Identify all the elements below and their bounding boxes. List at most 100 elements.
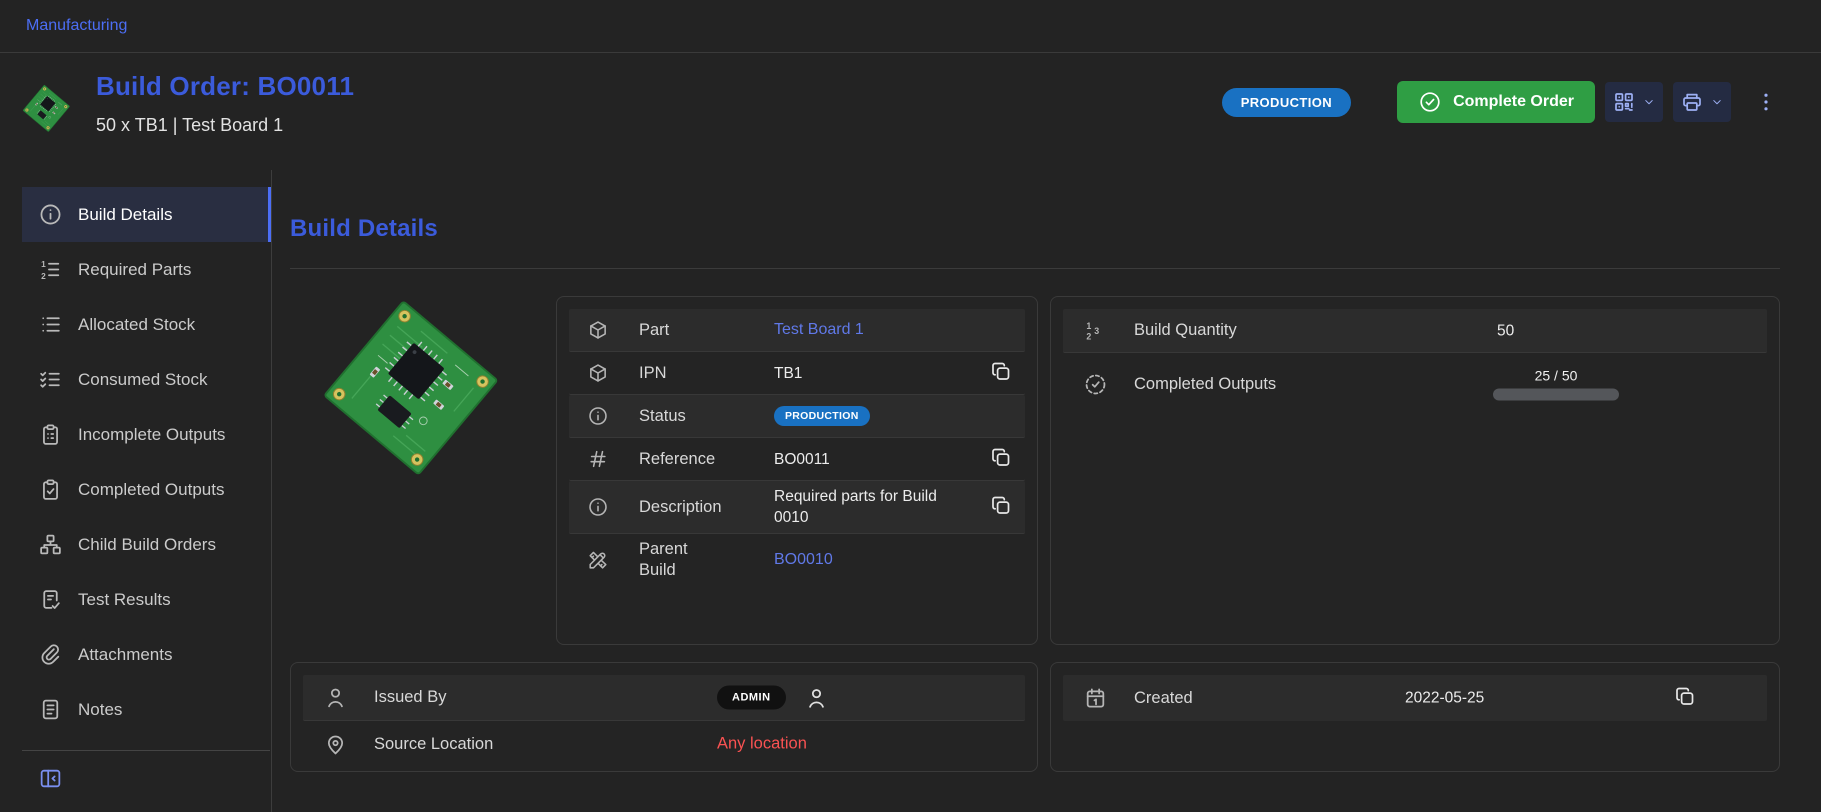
- sidebar-item-test-results[interactable]: Test Results: [22, 572, 271, 627]
- build-quantity-label: Build Quantity: [1134, 321, 1237, 340]
- detail-label: Reference: [639, 449, 774, 470]
- issued-by-badge: ADMIN: [717, 686, 786, 710]
- breadcrumb: Manufacturing: [0, 0, 1821, 53]
- quantity-panel: 123 Build Quantity 50 Completed Outputs …: [1050, 296, 1780, 645]
- issued-by-row: Issued By ADMIN: [303, 675, 1025, 721]
- user-icon: [323, 685, 348, 710]
- detail-value: BO0011: [774, 449, 830, 470]
- sidebar-item-label: Test Results: [78, 590, 171, 610]
- created-panel: Created 2022-05-25: [1050, 662, 1780, 772]
- source-location-label: Source Location: [374, 735, 493, 754]
- list-icon: [38, 312, 63, 337]
- overflow-menu-button[interactable]: [1753, 87, 1779, 117]
- detail-label: Part: [639, 320, 774, 341]
- detail-label: Description: [639, 497, 774, 518]
- build-quantity-value: 50: [1497, 320, 1514, 341]
- map-pin-icon: [323, 732, 348, 757]
- source-location-row: Source Location Any location: [303, 721, 1025, 767]
- copy-button[interactable]: [989, 360, 1013, 387]
- sidebar-item-required-parts[interactable]: 12Required Parts: [22, 242, 271, 297]
- calendar-icon: [1083, 686, 1108, 711]
- detail-row-parent-build: Parent BuildBO0010: [569, 534, 1025, 586]
- sidebar-item-build-details[interactable]: Build Details: [22, 187, 271, 242]
- info-circle-icon: [587, 405, 609, 427]
- sidebar-item-allocated-stock[interactable]: Allocated Stock: [22, 297, 271, 352]
- sidebar-item-incomplete-outputs[interactable]: Incomplete Outputs: [22, 407, 271, 462]
- page-header: Build Order: BO0011 50 x TB1 | Test Boar…: [0, 53, 1821, 170]
- copy-button[interactable]: [989, 446, 1013, 473]
- completed-outputs-label: Completed Outputs: [1134, 375, 1276, 394]
- clipboard-icon: [38, 422, 63, 447]
- chevron-down-icon: [1642, 95, 1656, 109]
- hash-icon: [587, 448, 609, 470]
- content-grid: PartTest Board 1IPNTB1StatusPRODUCTIONRe…: [290, 296, 1780, 772]
- copy-button[interactable]: [989, 494, 1013, 521]
- copy-icon: [989, 446, 1013, 470]
- svg-text:1: 1: [41, 259, 46, 269]
- user-icon: [804, 685, 829, 710]
- box-icon: [587, 362, 609, 384]
- page-subtitle: 50 x TB1 | Test Board 1: [96, 115, 354, 136]
- file-check-icon: [38, 587, 63, 612]
- tools-icon: [587, 549, 609, 571]
- info-circle-icon: [38, 202, 63, 227]
- sidebar-item-label: Child Build Orders: [78, 535, 216, 555]
- detail-row-part: PartTest Board 1: [569, 309, 1025, 352]
- build-details-panel: PartTest Board 1IPNTB1StatusPRODUCTIONRe…: [556, 296, 1038, 645]
- box-icon: [587, 319, 609, 341]
- sidebar-nav: Build Details12Required PartsAllocated S…: [0, 170, 272, 812]
- completed-outputs-row: Completed Outputs 25 / 50: [1063, 353, 1767, 415]
- copy-button[interactable]: [1673, 685, 1697, 712]
- sidebar-item-completed-outputs[interactable]: Completed Outputs: [22, 462, 271, 517]
- progress-label: 25 / 50: [1493, 368, 1619, 384]
- list-check-icon: [38, 367, 63, 392]
- detail-row-status: StatusPRODUCTION: [569, 395, 1025, 438]
- collapse-sidebar-button[interactable]: [38, 766, 63, 794]
- sidebar-item-label: Build Details: [78, 205, 173, 225]
- info-circle-icon: [587, 496, 609, 518]
- sidebar-item-label: Allocated Stock: [78, 315, 195, 335]
- print-actions-button[interactable]: [1673, 82, 1731, 122]
- notes-icon: [38, 697, 63, 722]
- sitemap-icon: [38, 532, 63, 557]
- issued-by-label: Issued By: [374, 688, 446, 707]
- created-row: Created 2022-05-25: [1063, 675, 1767, 721]
- svg-text:3: 3: [1094, 326, 1099, 336]
- sidebar-item-label: Notes: [78, 700, 122, 720]
- chevron-down-icon: [1710, 95, 1724, 109]
- sidebar-item-child-build-orders[interactable]: Child Build Orders: [22, 517, 271, 572]
- sidebar-item-notes[interactable]: Notes: [22, 682, 271, 737]
- sidebar-item-attachments[interactable]: Attachments: [22, 627, 271, 682]
- circle-check-icon: [1418, 90, 1442, 114]
- detail-value-link[interactable]: BO0010: [774, 551, 833, 569]
- list-numbers-icon: 12: [38, 257, 63, 282]
- breadcrumb-link-manufacturing[interactable]: Manufacturing: [26, 17, 127, 35]
- svg-text:1: 1: [1086, 321, 1091, 331]
- sidebar-item-consumed-stock[interactable]: Consumed Stock: [22, 352, 271, 407]
- printer-icon: [1680, 90, 1704, 114]
- barcode-actions-button[interactable]: [1605, 82, 1663, 122]
- sidebar-item-label: Incomplete Outputs: [78, 425, 225, 445]
- created-value: 2022-05-25: [1405, 688, 1484, 709]
- copy-icon: [989, 494, 1013, 518]
- dots-vertical-icon: [1754, 90, 1778, 114]
- svg-text:2: 2: [41, 271, 46, 281]
- part-image-cell: [290, 296, 544, 645]
- sidebar-item-label: Consumed Stock: [78, 370, 207, 390]
- detail-value-link[interactable]: Test Board 1: [774, 321, 864, 339]
- header-actions: PRODUCTION Complete Order: [1222, 81, 1779, 123]
- part-image: [311, 298, 523, 490]
- details-table: PartTest Board 1IPNTB1StatusPRODUCTIONRe…: [569, 309, 1025, 586]
- source-location-value: Any location: [717, 735, 807, 754]
- sidebar-item-label: Attachments: [78, 645, 173, 665]
- detail-row-description: DescriptionRequired parts for Build 0010: [569, 481, 1025, 534]
- detail-label: Status: [639, 406, 774, 427]
- detail-row-ipn: IPNTB1: [569, 352, 1025, 395]
- page-title: Build Order: BO0011: [96, 71, 354, 102]
- main-content: Build Details PartTest Board 1IPNTB1Stat…: [272, 170, 1821, 812]
- created-label: Created: [1134, 689, 1193, 708]
- build-quantity-row: 123 Build Quantity 50: [1063, 309, 1767, 353]
- complete-order-label: Complete Order: [1453, 93, 1574, 111]
- complete-order-button[interactable]: Complete Order: [1397, 81, 1595, 123]
- sidebar-item-label: Required Parts: [78, 260, 191, 280]
